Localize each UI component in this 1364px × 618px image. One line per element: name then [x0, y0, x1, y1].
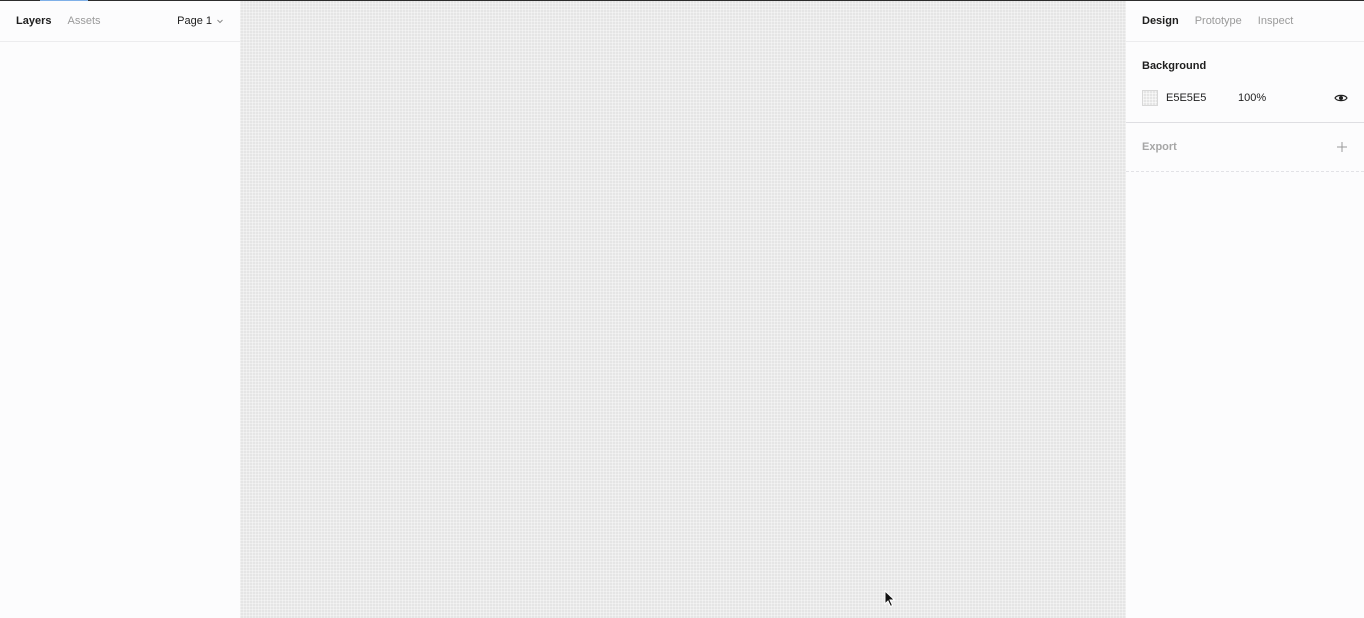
canvas[interactable] [240, 1, 1126, 618]
export-title: Export [1142, 141, 1177, 153]
tab-prototype[interactable]: Prototype [1195, 15, 1242, 27]
left-panel: Layers Assets Page 1 [0, 1, 240, 618]
background-opacity-field[interactable]: 100% [1238, 92, 1298, 104]
right-panel: Design Prototype Inspect Background E5E5… [1126, 1, 1364, 618]
background-title: Background [1142, 60, 1207, 72]
chevron-down-icon [217, 19, 223, 24]
right-panel-header: Design Prototype Inspect [1126, 1, 1364, 42]
page-selector[interactable]: Page 1 [177, 15, 224, 27]
export-section: Export [1126, 123, 1364, 172]
tab-design[interactable]: Design [1142, 15, 1179, 27]
page-selector-label: Page 1 [177, 15, 212, 27]
tab-inspect[interactable]: Inspect [1258, 15, 1293, 27]
plus-icon[interactable] [1336, 141, 1348, 153]
tab-assets[interactable]: Assets [67, 15, 100, 27]
tab-layers[interactable]: Layers [16, 15, 51, 27]
mouse-cursor-icon [884, 590, 896, 608]
background-fill-row: E5E5E5 100% [1142, 90, 1348, 106]
left-panel-header: Layers Assets Page 1 [0, 1, 240, 42]
background-section: Background E5E5E5 100% [1126, 42, 1364, 123]
background-color-swatch[interactable] [1142, 90, 1158, 106]
background-hex-field[interactable]: E5E5E5 [1166, 92, 1238, 104]
eye-icon[interactable] [1334, 93, 1348, 103]
